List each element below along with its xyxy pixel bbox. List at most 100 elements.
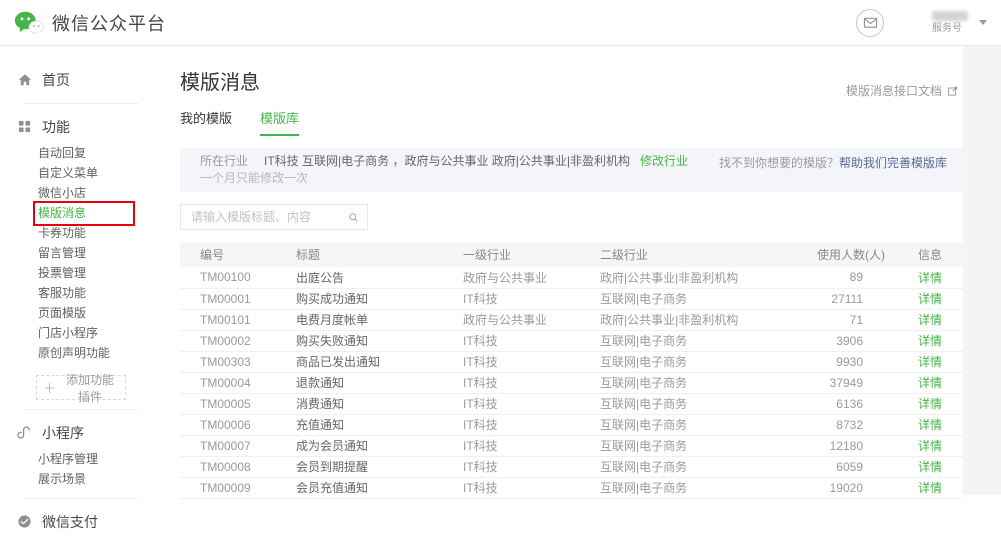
cell-industry2: 互联网|电子商务 bbox=[600, 435, 800, 456]
sidebar-item[interactable]: 客服功能 bbox=[0, 283, 160, 303]
cell-info: 详情 bbox=[885, 330, 963, 351]
cell-title: 退款通知 bbox=[296, 372, 463, 393]
detail-link[interactable]: 详情 bbox=[918, 334, 942, 348]
column-header: 编号 bbox=[180, 242, 296, 267]
cell-id: TM00006 bbox=[180, 414, 296, 435]
cell-id: TM00303 bbox=[180, 351, 296, 372]
cell-info: 详情 bbox=[885, 435, 963, 456]
industry-info: 所在行业IT科技 互联网|电子商务 ，政府与公共事业 政府|公共事业|非盈利机构… bbox=[200, 153, 688, 187]
page-body: 首页 功能 自动回复 自定义菜单 微信小店 模版消 bbox=[0, 46, 1001, 495]
cell-id: TM00007 bbox=[180, 435, 296, 456]
cell-info: 详情 bbox=[885, 309, 963, 330]
caret-down-icon[interactable] bbox=[979, 20, 987, 25]
sidebar-miniprogram-label: 小程序 bbox=[42, 423, 84, 443]
template-table: 编号 标题 一级行业 二级行业 使用人数(人) 信息 bbox=[180, 242, 963, 499]
cell-users: 27111 bbox=[800, 288, 885, 309]
sidebar-item[interactable]: 自动回复 bbox=[0, 143, 160, 163]
cell-users: 6136 bbox=[800, 393, 885, 414]
cell-title: 购买失败通知 bbox=[296, 330, 463, 351]
table-row: TM00100 出庭公告 政府与公共事业 政府|公共事业|非盈利机构 89 详情 bbox=[180, 267, 963, 288]
external-link-icon bbox=[947, 85, 959, 97]
cell-industry1: IT科技 bbox=[463, 330, 600, 351]
improve-library-link[interactable]: 帮助我们完善模版库 bbox=[839, 156, 947, 170]
account-info[interactable]: 服务号 bbox=[932, 11, 968, 34]
avatar[interactable] bbox=[893, 8, 923, 38]
search-icon[interactable] bbox=[348, 211, 359, 224]
cell-industry2: 互联网|电子商务 bbox=[600, 351, 800, 372]
sidebar-item[interactable]: 微信小店 bbox=[0, 183, 160, 203]
sidebar-section-wechat-pay[interactable]: 微信支付 bbox=[0, 508, 160, 536]
cell-users: 8732 bbox=[800, 414, 885, 435]
add-plugin-label: 添加功能插件 bbox=[61, 371, 119, 405]
add-plugin-button[interactable]: ＋ 添加功能插件 bbox=[36, 375, 126, 400]
cell-industry2: 互联网|电子商务 bbox=[600, 330, 800, 351]
account-name-redacted bbox=[932, 11, 968, 21]
sidebar-function-list: 自动回复 自定义菜单 微信小店 模版消息 卡券功能 留言管理 投票管理 客服功能… bbox=[0, 143, 160, 363]
cell-title: 充值通知 bbox=[296, 414, 463, 435]
sidebar-item[interactable]: 留言管理 bbox=[0, 243, 160, 263]
wechat-logo-icon bbox=[14, 10, 44, 36]
detail-link[interactable]: 详情 bbox=[918, 271, 942, 285]
search-box bbox=[180, 204, 368, 230]
detail-link[interactable]: 详情 bbox=[918, 439, 942, 453]
cell-users: 37949 bbox=[800, 372, 885, 393]
cell-id: TM00005 bbox=[180, 393, 296, 414]
sidebar-item[interactable]: 模版消息 bbox=[0, 203, 160, 223]
search-input[interactable] bbox=[189, 209, 348, 225]
tab[interactable]: 模版库 bbox=[260, 108, 299, 136]
cell-industry2: 政府|公共事业|非盈利机构 bbox=[600, 267, 800, 288]
sidebar-item[interactable]: 展示场景 bbox=[0, 469, 160, 489]
cell-users: 71 bbox=[800, 309, 885, 330]
wechat-pay-icon bbox=[17, 514, 33, 530]
cell-info: 详情 bbox=[885, 456, 963, 477]
detail-link[interactable]: 详情 bbox=[918, 292, 942, 306]
cell-title: 出庭公告 bbox=[296, 267, 463, 288]
cell-id: TM00004 bbox=[180, 372, 296, 393]
cell-title: 会员到期提醒 bbox=[296, 456, 463, 477]
cell-users: 89 bbox=[800, 267, 885, 288]
sidebar-item[interactable]: 门店小程序 bbox=[0, 323, 160, 343]
cell-industry2: 政府|公共事业|非盈利机构 bbox=[600, 309, 800, 330]
column-header: 一级行业 bbox=[463, 242, 600, 267]
sidebar-section-miniprogram[interactable]: 小程序 bbox=[0, 419, 160, 447]
column-header: 使用人数(人) bbox=[800, 242, 885, 267]
cell-title: 商品已发出通知 bbox=[296, 351, 463, 372]
api-doc-link[interactable]: 模版消息接口文档 bbox=[846, 82, 959, 99]
detail-link[interactable]: 详情 bbox=[918, 397, 942, 411]
cell-industry2: 互联网|电子商务 bbox=[600, 456, 800, 477]
sidebar-item[interactable]: 原创声明功能 bbox=[0, 343, 160, 363]
detail-link[interactable]: 详情 bbox=[918, 460, 942, 474]
column-header: 信息 bbox=[885, 242, 963, 267]
divider bbox=[24, 498, 138, 499]
sidebar-item[interactable]: 投票管理 bbox=[0, 263, 160, 283]
sidebar-item-home[interactable]: 首页 bbox=[0, 66, 160, 94]
cell-info: 详情 bbox=[885, 267, 963, 288]
topbar-account-area: 服务号 bbox=[856, 8, 987, 38]
mail-button[interactable] bbox=[856, 9, 884, 37]
sidebar-item[interactable]: 卡券功能 bbox=[0, 223, 160, 243]
edit-industry-link[interactable]: 修改行业 bbox=[640, 154, 688, 168]
sidebar-miniprogram-list: 小程序管理 展示场景 bbox=[0, 449, 160, 489]
sidebar-item[interactable]: 页面模版 bbox=[0, 303, 160, 323]
cell-id: TM00100 bbox=[180, 267, 296, 288]
tab-bar: 我的模版 模版库 bbox=[180, 108, 963, 136]
cell-industry2: 互联网|电子商务 bbox=[600, 414, 800, 435]
api-doc-label: 模版消息接口文档 bbox=[846, 82, 942, 99]
detail-link[interactable]: 详情 bbox=[918, 355, 942, 369]
cell-info: 详情 bbox=[885, 393, 963, 414]
cell-industry2: 互联网|电子商务 bbox=[600, 393, 800, 414]
cell-info: 详情 bbox=[885, 351, 963, 372]
table-row: TM00001 购买成功通知 IT科技 互联网|电子商务 27111 详情 bbox=[180, 288, 963, 309]
sidebar-item[interactable]: 自定义菜单 bbox=[0, 163, 160, 183]
help-area: 找不到你想要的模版？帮助我们完善模版库 bbox=[719, 155, 947, 187]
tab[interactable]: 我的模版 bbox=[180, 108, 232, 136]
cell-users: 6059 bbox=[800, 456, 885, 477]
sidebar-item[interactable]: 小程序管理 bbox=[0, 449, 160, 469]
sidebar-section-functions[interactable]: 功能 bbox=[0, 113, 160, 141]
detail-link[interactable]: 详情 bbox=[918, 418, 942, 432]
detail-link[interactable]: 详情 bbox=[918, 313, 942, 327]
detail-link[interactable]: 详情 bbox=[918, 376, 942, 390]
detail-link[interactable]: 详情 bbox=[918, 481, 942, 495]
table-row: TM00008 会员到期提醒 IT科技 互联网|电子商务 6059 详情 bbox=[180, 456, 963, 477]
cell-industry1: IT科技 bbox=[463, 456, 600, 477]
